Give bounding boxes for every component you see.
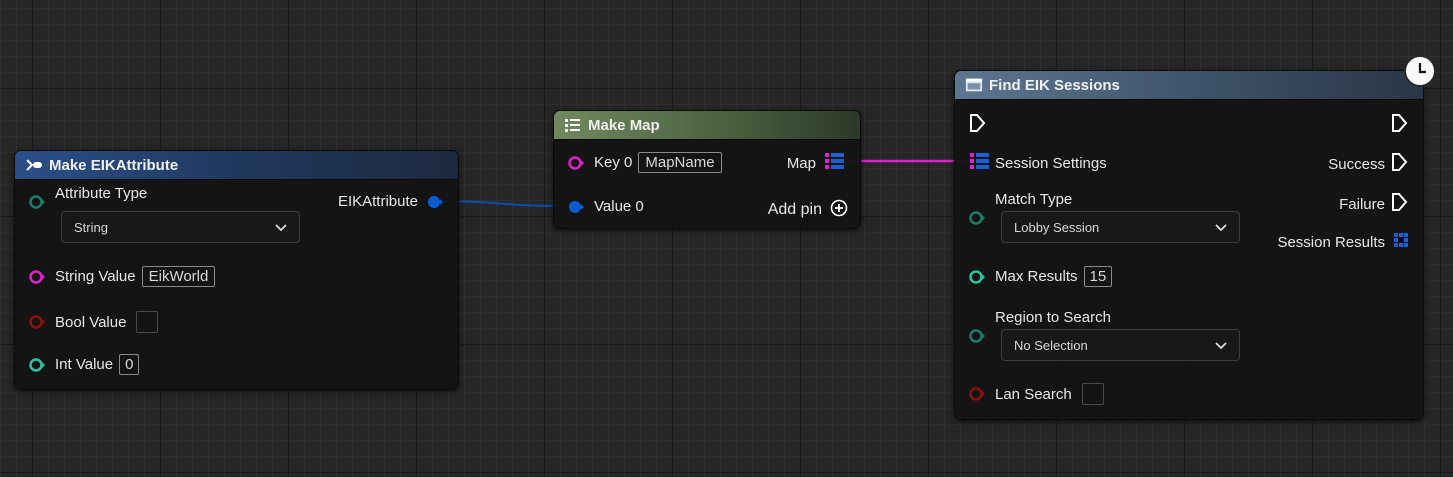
- value-row: Value 0: [568, 198, 644, 215]
- max-results-input[interactable]: 15: [1083, 266, 1113, 287]
- output-label: EIKAttribute: [337, 193, 418, 210]
- exec-out-pin-icon[interactable]: [1391, 152, 1409, 176]
- byte-pin-icon[interactable]: [969, 328, 985, 344]
- exec-in-pin-icon[interactable]: [969, 113, 987, 138]
- dropdown-value: No Selection: [1014, 337, 1088, 353]
- match-type-label: Match Type: [995, 190, 1073, 208]
- lan-search-checkbox[interactable]: [1081, 383, 1104, 405]
- exec-out-pin-icon[interactable]: [1391, 113, 1409, 138]
- key-input[interactable]: MapName: [638, 152, 722, 173]
- node-header[interactable]: Find EIK Sessions: [955, 71, 1423, 100]
- make-eik-attribute-node[interactable]: Make EIKAttribute Attribute Type String …: [14, 150, 459, 390]
- chevron-down-icon: [275, 220, 287, 235]
- map-label: Map: [786, 154, 816, 172]
- map-pin-icon[interactable]: [824, 152, 846, 174]
- attribute-type-row: Attribute Type: [29, 185, 147, 210]
- dropdown-value: String: [74, 219, 108, 235]
- session-settings-label: Session Settings: [995, 154, 1107, 172]
- int-value-label: Int Value: [55, 356, 114, 373]
- string-pin-icon[interactable]: [29, 269, 45, 285]
- failure-row: Failure: [1339, 192, 1409, 216]
- int-value-row: Int Value 0: [29, 354, 140, 375]
- chevron-down-icon: [1215, 338, 1227, 353]
- node-title: Make Map: [588, 116, 660, 134]
- string-value-label: String Value: [55, 268, 136, 285]
- bool-value-row: Bool Value: [29, 311, 159, 333]
- region-label: Region to Search: [995, 308, 1111, 326]
- find-eik-sessions-node[interactable]: Find EIK Sessions Session Settings Succe…: [954, 70, 1424, 420]
- map-list-icon: [564, 117, 582, 133]
- success-row: Success: [1328, 152, 1409, 176]
- region-dropdown[interactable]: No Selection: [1001, 329, 1240, 361]
- success-label: Success: [1328, 155, 1385, 173]
- bool-value-label: Bool Value: [55, 313, 127, 331]
- eikattribute-output-row: EIKAttribute: [337, 193, 443, 210]
- struct-pin-icon[interactable]: [426, 194, 443, 210]
- attribute-type-label: Attribute Type: [55, 185, 148, 202]
- lan-search-label: Lan Search: [995, 385, 1072, 403]
- session-results-row: Session Results: [1277, 232, 1409, 252]
- exec-out-pin-icon[interactable]: [1391, 192, 1409, 216]
- map-pin-icon[interactable]: [969, 152, 991, 174]
- clock-icon: [1404, 55, 1436, 87]
- int-pin-icon[interactable]: [29, 357, 45, 373]
- key-label: Key 0: [594, 154, 633, 171]
- add-pin-label: Add pin: [767, 201, 822, 218]
- byte-pin-icon[interactable]: [969, 210, 985, 226]
- bool-pin-icon[interactable]: [969, 386, 985, 402]
- dropdown-value: Lobby Session: [1014, 219, 1100, 235]
- string-pin-icon[interactable]: [568, 155, 584, 171]
- bool-value-checkbox[interactable]: [136, 311, 159, 333]
- byte-pin-icon[interactable]: [29, 194, 45, 210]
- node-header[interactable]: Make Map: [554, 111, 860, 140]
- function-icon: [965, 77, 983, 93]
- struct-pin-icon[interactable]: [568, 199, 584, 215]
- chevron-down-icon: [1215, 220, 1227, 235]
- int-value-input[interactable]: 0: [119, 354, 140, 375]
- string-value-row: String Value EikWorld: [29, 266, 216, 287]
- map-output-row: Map: [787, 152, 846, 174]
- bool-pin-icon[interactable]: [29, 314, 45, 330]
- string-value-input[interactable]: EikWorld: [141, 266, 216, 287]
- node-title: Find EIK Sessions: [989, 76, 1120, 94]
- node-header[interactable]: Make EIKAttribute: [15, 151, 458, 180]
- attribute-type-dropdown[interactable]: String: [61, 211, 300, 243]
- value-label: Value 0: [594, 198, 644, 215]
- key-row: Key 0 MapName: [568, 152, 722, 173]
- max-results-row: Max Results 15: [969, 266, 1113, 287]
- make-struct-icon: [25, 157, 43, 173]
- add-pin-button[interactable]: Add pin: [768, 199, 848, 221]
- int-pin-icon[interactable]: [969, 269, 985, 285]
- match-type-dropdown[interactable]: Lobby Session: [1001, 211, 1240, 243]
- add-circle-icon: [830, 199, 848, 221]
- session-results-label: Session Results: [1277, 233, 1385, 251]
- session-settings-row: Session Settings: [969, 152, 1107, 174]
- failure-label: Failure: [1339, 195, 1385, 213]
- max-results-label: Max Results: [995, 268, 1078, 285]
- lan-search-row: Lan Search: [969, 383, 1104, 405]
- node-title: Make EIKAttribute: [49, 156, 179, 174]
- array-pin-icon[interactable]: [1393, 232, 1409, 252]
- make-map-node[interactable]: Make Map Key 0 MapName Map Value 0 Add p…: [553, 110, 861, 229]
